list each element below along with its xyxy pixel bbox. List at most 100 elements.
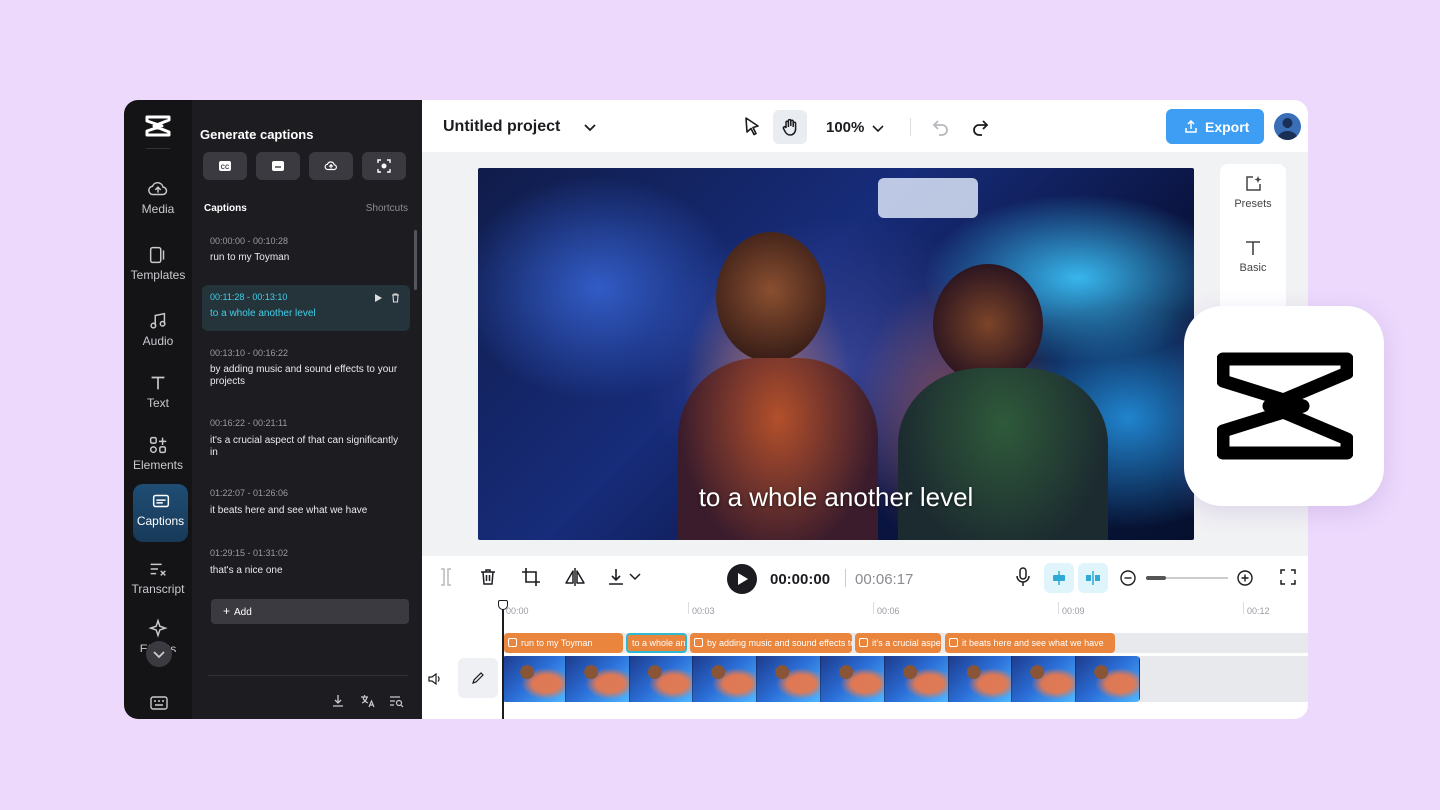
ai-captions-button[interactable] <box>362 152 406 180</box>
caption-clip[interactable]: run to my Toyman <box>504 633 623 653</box>
video-thumbnail <box>629 656 694 702</box>
translate-icon[interactable] <box>360 694 375 708</box>
caption-clip[interactable]: it's a crucial aspect of that can signif… <box>855 633 941 653</box>
cloud-upload-icon <box>324 161 337 171</box>
caption-text[interactable]: it's a crucial aspect of that can signif… <box>210 435 400 459</box>
caption-clip-label: to a whole another level <box>632 638 686 648</box>
trash-icon[interactable] <box>478 567 498 587</box>
hand-tool-button[interactable] <box>773 110 807 144</box>
rail-item-transcript[interactable]: Transcript <box>128 552 188 606</box>
timeline-zoom-slider[interactable] <box>1146 576 1228 580</box>
top-toolbar: Untitled project 100% Export <box>422 100 1308 152</box>
zoom-out-icon[interactable] <box>1119 569 1137 587</box>
caption-item[interactable]: 00:13:10 - 00:16:22 by adding music and … <box>202 348 410 404</box>
side-item-presets[interactable]: Presets <box>1220 174 1286 210</box>
caption-text[interactable]: run to my Toyman <box>210 252 400 264</box>
magnet-snap-icon <box>1053 571 1065 585</box>
shortcuts-link[interactable]: Shortcuts <box>366 203 408 214</box>
video-thumbnail <box>948 656 1013 702</box>
pointer-tool-icon[interactable] <box>742 116 762 136</box>
captions-panel: Generate captions CC Captions Shortcuts … <box>192 100 422 719</box>
caption-text[interactable]: it beats here and see what we have <box>210 505 400 517</box>
video-thumbnail <box>820 656 885 702</box>
templates-icon <box>149 246 165 264</box>
caption-item[interactable]: 00:00:00 - 00:10:28 run to my Toyman <box>202 234 410 278</box>
person-figure <box>933 264 1043 384</box>
timeline-ruler[interactable]: 00:00 00:03 00:06 00:09 00:12 <box>502 600 1308 626</box>
keyboard-icon[interactable] <box>150 696 168 710</box>
link-toggle[interactable] <box>1078 563 1108 593</box>
capcut-editor-window: Media Templates Audio Text Elements Capt… <box>124 100 1308 719</box>
slider-knob[interactable] <box>1146 576 1166 580</box>
side-item-label: Presets <box>1234 198 1272 210</box>
caption-text[interactable]: that's a nice one <box>210 565 400 577</box>
sparkle-icon <box>148 618 168 638</box>
caption-clip[interactable]: it beats here and see what we have <box>945 633 1115 653</box>
chevron-down-icon[interactable] <box>871 121 885 135</box>
rail-item-captions[interactable]: Captions <box>133 484 188 542</box>
chevron-down-icon <box>153 651 165 659</box>
download-icon[interactable] <box>331 694 345 708</box>
total-duration: 00:06:17 <box>855 571 914 588</box>
search-captions-icon[interactable] <box>389 694 404 708</box>
capcut-logo-card <box>1184 306 1384 506</box>
chevron-down-icon[interactable] <box>629 572 641 582</box>
split-icon[interactable] <box>437 567 455 587</box>
rail-expand-button[interactable] <box>146 641 172 667</box>
add-caption-button[interactable]: + Add <box>211 599 409 624</box>
trash-icon[interactable] <box>391 293 400 303</box>
user-avatar[interactable] <box>1274 113 1301 140</box>
add-caption-label: Add <box>234 607 252 618</box>
caption-clip[interactable]: by adding music and sound effects to you… <box>690 633 852 653</box>
project-title[interactable]: Untitled project <box>443 118 560 136</box>
person-figure <box>898 368 1108 540</box>
auto-captions-button[interactable]: CC <box>203 152 247 180</box>
tick-mark <box>1058 602 1059 614</box>
chevron-down-icon[interactable] <box>583 120 597 134</box>
caption-item[interactable]: 01:22:07 - 01:26:06 it beats here and se… <box>202 488 410 528</box>
undo-icon[interactable] <box>931 117 951 137</box>
crop-icon[interactable] <box>521 567 541 587</box>
microphone-icon[interactable] <box>1014 567 1032 587</box>
caption-text[interactable]: by adding music and sound effects to you… <box>210 364 400 388</box>
volume-icon[interactable] <box>428 673 442 685</box>
side-item-label: Basic <box>1239 262 1267 274</box>
captions-icon <box>152 494 169 508</box>
download-icon[interactable] <box>606 567 626 587</box>
rail-item-elements[interactable]: Elements <box>128 428 188 482</box>
zoom-level[interactable]: 100% <box>826 119 864 136</box>
upload-captions-button[interactable] <box>309 152 353 180</box>
export-button[interactable]: Export <box>1166 109 1264 144</box>
video-subtitle[interactable]: to a whole another level <box>478 482 1194 513</box>
caption-item-active[interactable]: 00:11:28 - 00:13:10 to a whole another l… <box>202 285 410 331</box>
video-thumbnail <box>502 656 566 702</box>
side-item-basic[interactable]: Basic <box>1220 238 1286 274</box>
caption-time: 00:00:00 - 00:10:28 <box>210 236 289 246</box>
toolbar-divider <box>910 118 911 136</box>
tick-mark <box>688 602 689 614</box>
video-preview[interactable]: to a whole another level <box>478 168 1194 540</box>
scan-icon <box>377 159 391 173</box>
rail-item-text[interactable]: Text <box>128 366 188 420</box>
rail-item-media[interactable]: Media <box>128 172 188 226</box>
video-clip[interactable] <box>502 656 1140 702</box>
caption-item[interactable]: 00:16:22 - 00:21:11 it's a crucial aspec… <box>202 418 410 474</box>
caption-clip-selected[interactable]: to a whole another level <box>626 633 687 653</box>
rail-item-audio[interactable]: Audio <box>128 304 188 358</box>
transcript-icon <box>150 563 166 576</box>
fullscreen-icon[interactable] <box>1280 569 1296 585</box>
playhead[interactable] <box>498 600 508 719</box>
auto-snap-toggle[interactable] <box>1044 563 1074 593</box>
text-icon <box>151 376 165 390</box>
edit-cover-button[interactable] <box>458 658 498 698</box>
caption-text[interactable]: to a whole another level <box>210 308 400 320</box>
flip-icon[interactable] <box>564 567 586 587</box>
rail-item-templates[interactable]: Templates <box>128 238 188 292</box>
caption-item[interactable]: 01:29:15 - 01:31:02 that's a nice one <box>202 548 410 588</box>
play-button[interactable] <box>727 564 757 594</box>
play-icon[interactable] <box>374 294 382 302</box>
manual-captions-button[interactable] <box>256 152 300 180</box>
zoom-in-icon[interactable] <box>1236 569 1254 587</box>
redo-icon[interactable] <box>970 117 990 137</box>
captions-scrollbar[interactable] <box>414 230 417 290</box>
